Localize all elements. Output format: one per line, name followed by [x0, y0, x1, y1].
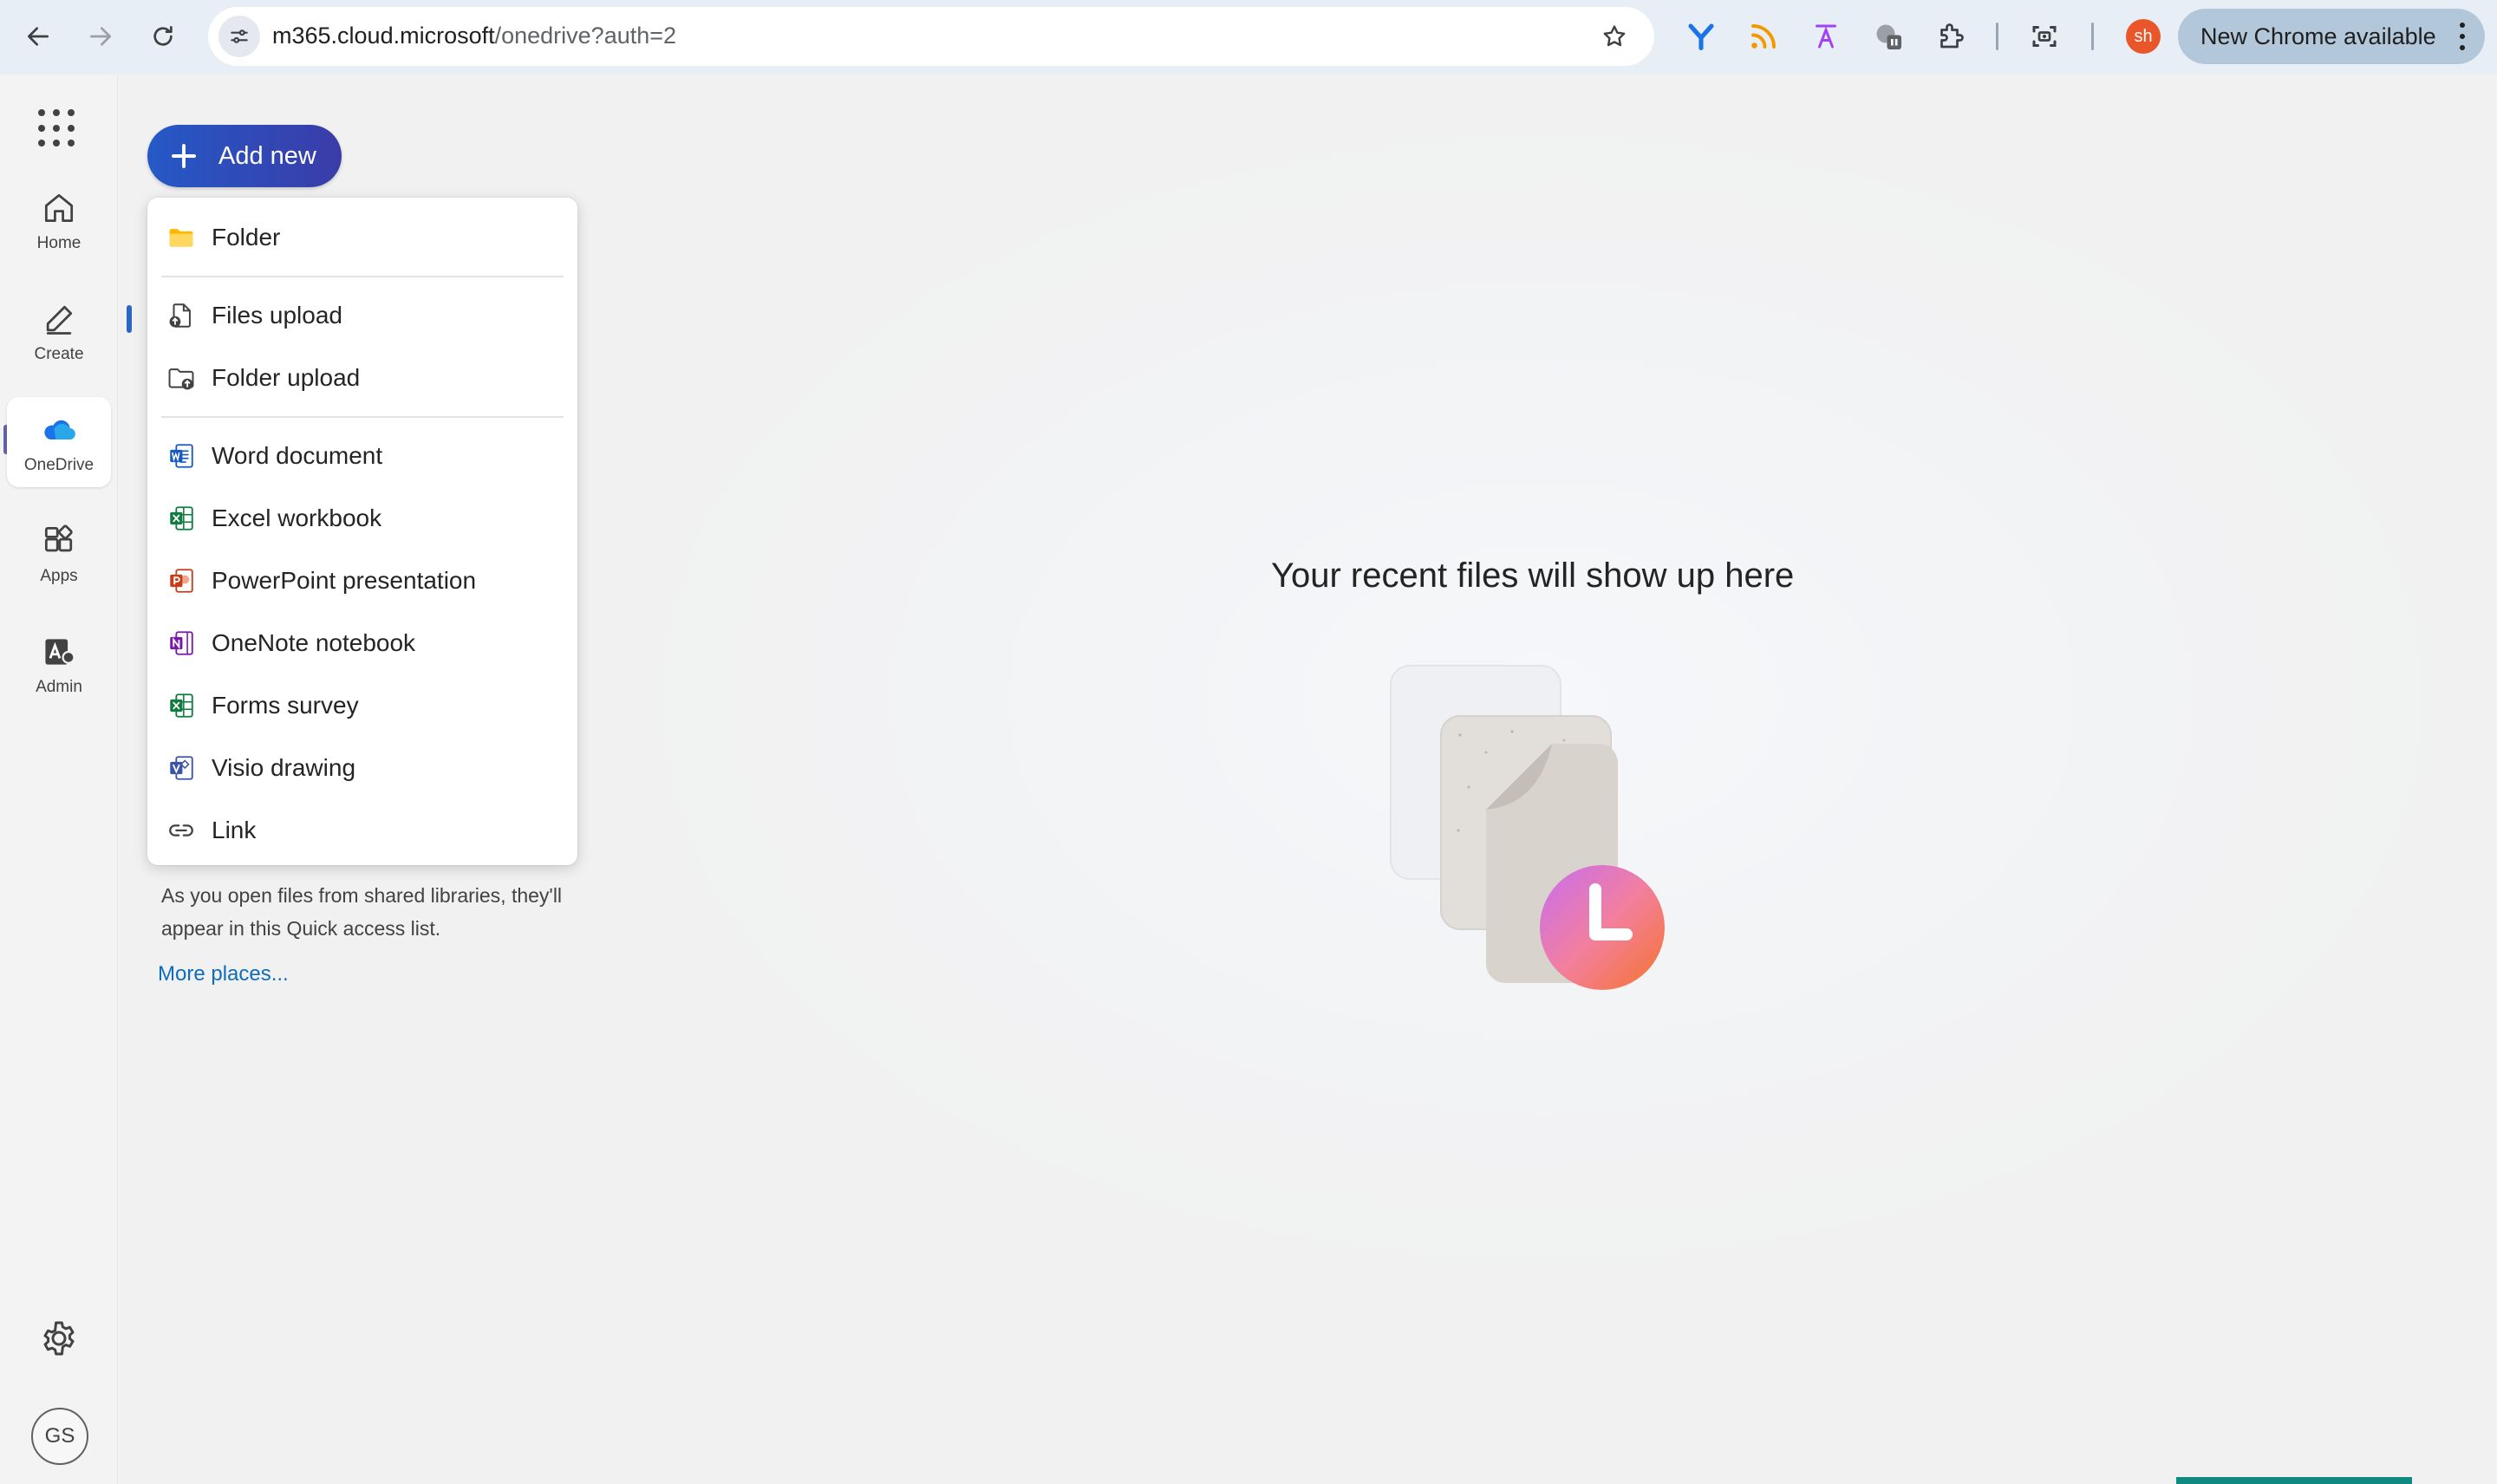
bookmark-button[interactable]	[1597, 19, 1632, 54]
menu-item-link[interactable]: Link	[147, 799, 577, 862]
rail-item-label: Create	[34, 345, 84, 363]
menu-item-files-upload[interactable]: Files upload	[147, 284, 577, 347]
excel-icon	[170, 506, 193, 530]
apps-grid-icon	[44, 524, 73, 552]
file-upload-icon	[169, 303, 191, 328]
address-bar[interactable]: m365.cloud.microsoft/onedrive?auth=2	[208, 7, 1654, 66]
add-new-menu: Folder Files upload Folder upload Word d…	[147, 198, 577, 865]
home-icon	[44, 193, 74, 223]
forms-icon	[170, 693, 193, 718]
arrow-right-icon	[90, 27, 111, 46]
toolbar-separator	[1996, 23, 1998, 50]
quick-access-description: As you open files from shared libraries,…	[161, 884, 563, 940]
link-icon	[169, 824, 193, 836]
menu-item-label: Files upload	[212, 302, 342, 329]
menu-item-folder[interactable]: Folder	[147, 206, 577, 269]
extension-y-button[interactable]	[1682, 17, 1720, 55]
tune-icon	[231, 29, 248, 43]
menu-item-onenote[interactable]: OneNote notebook	[147, 612, 577, 674]
plus-icon	[172, 144, 196, 168]
globe-paused-icon	[1876, 24, 1901, 49]
site-info-button[interactable]	[218, 16, 260, 57]
rail-item-label: Admin	[36, 678, 82, 696]
rss-icon	[1751, 24, 1776, 49]
menu-divider	[161, 276, 564, 277]
page: Home Create OneDrive Apps Admin GS Your …	[0, 75, 2497, 1484]
admin-icon	[45, 639, 75, 665]
url-path: /onedrive?auth=2	[494, 23, 677, 49]
reload-button[interactable]	[142, 16, 184, 57]
recent-files-illustration	[1390, 665, 1665, 990]
menu-item-visio[interactable]: Visio drawing	[147, 737, 577, 799]
screenshot-button[interactable]	[2025, 17, 2063, 55]
rail-item-apps[interactable]: Apps	[7, 508, 111, 598]
menu-item-label: Folder	[212, 224, 281, 251]
extension-rss-button[interactable]	[1744, 17, 1783, 55]
rail-item-home[interactable]: Home	[7, 175, 111, 265]
more-places-link[interactable]: More places...	[158, 962, 289, 986]
menu-item-label: Word document	[212, 442, 383, 469]
app-rail: Home Create OneDrive Apps Admin GS	[0, 75, 118, 1484]
menu-item-folder-upload[interactable]: Folder upload	[147, 347, 577, 409]
app-launcher-icon[interactable]	[38, 109, 76, 147]
menu-item-label: OneNote notebook	[212, 629, 416, 656]
browser-toolbar: m365.cloud.microsoft/onedrive?auth=2 sh …	[0, 0, 2497, 73]
url-host: m365.cloud.microsoft	[272, 23, 495, 49]
add-new-button[interactable]: Add new	[147, 125, 342, 187]
arrow-left-icon	[28, 27, 49, 46]
user-avatar[interactable]: GS	[31, 1408, 88, 1465]
onedrive-cloud-icon	[44, 420, 75, 440]
reload-icon	[153, 26, 173, 46]
empty-state-title: Your recent files will show up here	[1271, 556, 1795, 595]
forward-button[interactable]	[80, 16, 121, 57]
menu-divider	[161, 416, 564, 418]
add-new-label: Add new	[218, 141, 316, 170]
powerpoint-icon	[170, 569, 193, 593]
profile-avatar[interactable]: sh	[2126, 19, 2161, 54]
menu-item-label: Excel workbook	[212, 504, 382, 531]
gear-icon[interactable]	[38, 1318, 80, 1359]
rail-item-onedrive[interactable]: OneDrive	[7, 397, 111, 487]
pencil-icon	[46, 305, 73, 335]
toolbar-separator	[2091, 23, 2094, 50]
puzzle-icon	[1940, 23, 1964, 49]
rail-item-label: OneDrive	[23, 456, 95, 474]
visio-icon	[170, 756, 193, 780]
menu-item-label: Visio drawing	[212, 754, 356, 781]
extension-paused-button[interactable]	[1869, 17, 1907, 55]
nav-selection-indicator	[127, 305, 132, 333]
menu-item-label: Folder upload	[212, 364, 361, 391]
extensions-button[interactable]	[1932, 17, 1970, 55]
menu-item-forms[interactable]: Forms survey	[147, 674, 577, 737]
chrome-update-button[interactable]: New Chrome available	[2178, 9, 2485, 64]
more-vert-icon[interactable]	[2459, 23, 2466, 50]
menu-item-label: Link	[212, 817, 257, 843]
onenote-icon	[170, 631, 193, 655]
rail-item-label: Apps	[40, 567, 78, 585]
back-button[interactable]	[17, 16, 59, 57]
menu-item-powerpoint[interactable]: PowerPoint presentation	[147, 550, 577, 612]
update-label: New Chrome available	[2200, 23, 2436, 49]
star-icon	[1603, 25, 1626, 47]
screen-capture-icon	[2032, 26, 2057, 47]
folder-icon	[169, 229, 193, 247]
rail-item-admin[interactable]: Admin	[7, 619, 111, 709]
folder-upload-icon	[168, 368, 194, 390]
bottom-status-strip	[2176, 1477, 2412, 1484]
extension-text-button[interactable]	[1807, 17, 1845, 55]
menu-item-label: PowerPoint presentation	[212, 567, 477, 594]
y-extension-icon	[1688, 23, 1714, 51]
menu-item-excel[interactable]: Excel workbook	[147, 487, 577, 550]
menu-item-word[interactable]: Word document	[147, 425, 577, 487]
menu-item-label: Forms survey	[212, 692, 359, 719]
text-highlight-icon	[1816, 24, 1836, 49]
word-icon	[170, 444, 193, 468]
url-text[interactable]: m365.cloud.microsoft/onedrive?auth=2	[272, 23, 676, 49]
rail-item-label: Home	[36, 234, 81, 252]
rail-item-create[interactable]: Create	[7, 286, 111, 376]
